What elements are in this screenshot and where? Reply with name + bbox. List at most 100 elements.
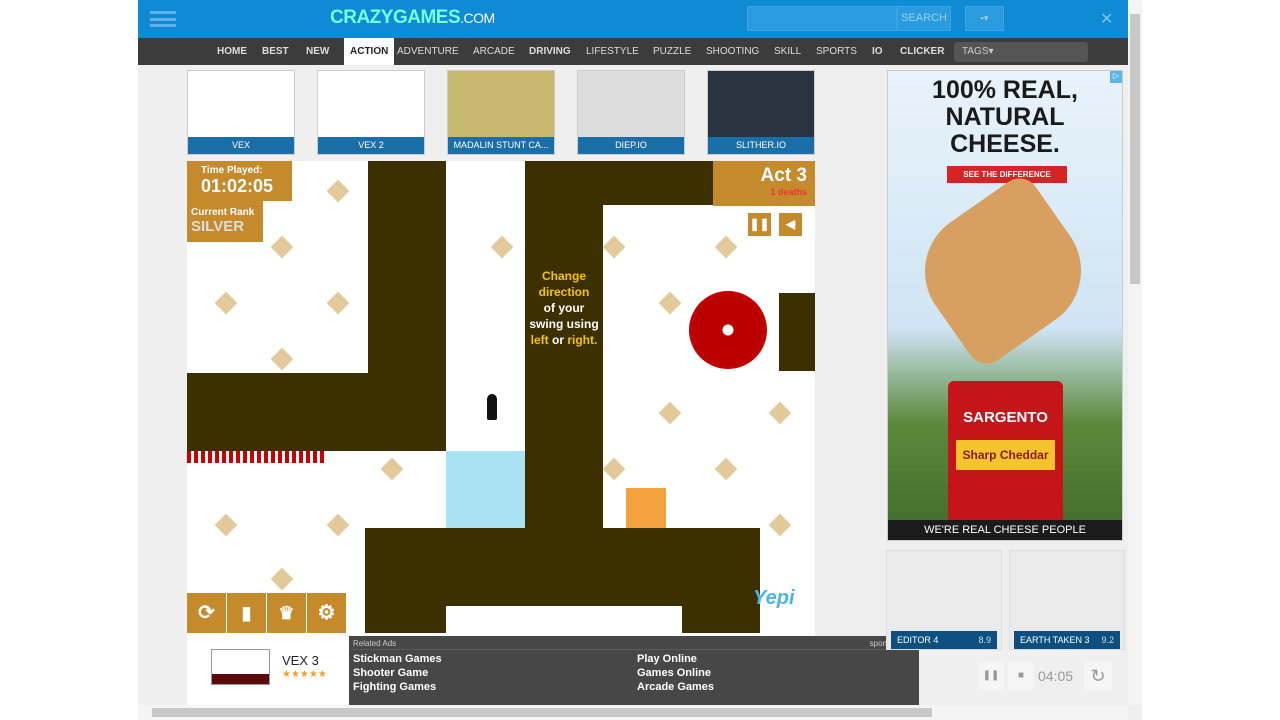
exit-button[interactable]: ▮ <box>227 593 266 633</box>
reload-icon[interactable]: ↻ <box>1084 662 1112 690</box>
ad-link[interactable]: Play Online <box>637 653 697 665</box>
hint-word: direction <box>538 285 590 299</box>
hint-word: or <box>552 333 564 347</box>
logo-suffix: .COM <box>460 10 495 26</box>
ad-link[interactable]: Arcade Games <box>637 681 714 693</box>
diamond <box>658 291 682 315</box>
thumbnail-label: VEX 2 <box>318 137 424 154</box>
game-tile[interactable]: EDITOR 4 8.9 <box>886 550 1002 650</box>
search-button[interactable]: SEARCH <box>897 6 951 31</box>
act-label: Act 3 <box>760 165 807 186</box>
nav-item-new[interactable]: NEW <box>306 38 329 65</box>
rank-label: Current Rank <box>191 207 255 218</box>
thumbnail-label: MADALIN STUNT CA... <box>448 137 554 154</box>
nav-item-sports[interactable]: SPORTS <box>816 38 857 65</box>
hint-word: swing using <box>529 317 599 331</box>
water-zone <box>446 451 525 528</box>
ad-headline: CHEESE. <box>950 130 1060 158</box>
ad-cta-button[interactable]: SEE THE DIFFERENCE <box>947 166 1067 183</box>
nav-item-best[interactable]: BEST <box>262 38 289 65</box>
nav-item-adventure[interactable]: ADVENTURE <box>397 38 459 65</box>
menu-icon[interactable] <box>150 11 176 27</box>
diamond <box>214 513 238 537</box>
star-rating[interactable]: ★★★★★ <box>282 669 327 680</box>
restart-button[interactable]: ⟳ <box>187 593 226 633</box>
close-icon[interactable]: ✕ <box>1100 9 1113 29</box>
sandwich-image <box>901 170 1105 372</box>
pause-button[interactable]: ❚❚ <box>748 213 771 236</box>
nav-item-io[interactable]: IO <box>872 38 883 65</box>
game-thumbnail[interactable]: SLITHER.IO <box>707 70 815 155</box>
sound-button[interactable]: ◀ <box>779 213 802 236</box>
logo-text: CRAZYGAMES <box>330 7 461 28</box>
tags-label: TAGS <box>962 46 989 57</box>
nav-item-puzzle[interactable]: PUZZLE <box>653 38 691 65</box>
diamond <box>326 291 350 315</box>
hint-word: of your <box>543 301 585 315</box>
language-flag-dropdown[interactable]: ▪▾ <box>965 6 1004 31</box>
search-input[interactable] <box>747 6 897 31</box>
tags-dropdown[interactable]: TAGS▾ <box>954 42 1088 62</box>
orange-block <box>626 488 666 528</box>
ad-link[interactable]: Stickman Games <box>353 653 442 665</box>
game-tile[interactable]: EARTH TAKEN 3 9.2 <box>1009 550 1125 650</box>
nav-item-home[interactable]: HOME <box>217 38 247 65</box>
thumbnail-label: SLITHER.IO <box>708 137 814 154</box>
diamond <box>714 457 738 481</box>
advertisement[interactable]: ▷ 100% REAL, NATURAL CHEESE. SEE THE DIF… <box>887 70 1123 541</box>
nav-item-lifestyle[interactable]: LIFESTYLE <box>586 38 639 65</box>
related-ads-overlay: Related Ads sponsored Stickman Games Sho… <box>349 636 919 705</box>
nav-item-shooting[interactable]: SHOOTING <box>706 38 759 65</box>
pause-icon[interactable]: ❚❚ <box>978 662 1004 690</box>
nav-item-action[interactable]: ACTION <box>344 38 395 65</box>
rank-panel: Current Rank SILVER <box>187 201 263 242</box>
ad-link[interactable]: Games Online <box>637 667 711 679</box>
deaths-count: 1 deaths <box>770 187 807 197</box>
settings-button[interactable]: ⚙ <box>307 593 346 633</box>
diamond <box>490 235 514 259</box>
stop-icon[interactable]: ■ <box>1008 662 1034 690</box>
nav-item-arcade[interactable]: ARCADE <box>473 38 515 65</box>
tile-title: EARTH TAKEN 3 <box>1020 635 1090 645</box>
related-ads-title: Related Ads <box>353 639 397 648</box>
diamond <box>326 179 350 203</box>
yepi-logo[interactable]: Yepi <box>753 587 795 610</box>
game-thumbnail[interactable]: VEX 2 <box>317 70 425 155</box>
tile-score: 9.2 <box>1101 635 1114 645</box>
ad-link[interactable]: Shooter Game <box>353 667 428 679</box>
diamond <box>768 513 792 537</box>
game-thumbnail[interactable]: MADALIN STUNT CA... <box>447 70 555 155</box>
horizontal-scrollbar[interactable] <box>138 705 1128 720</box>
video-timer-controls: ❚❚ ■ 04:05 ↻ <box>978 662 1112 690</box>
site-header: CRAZYGAMES.COM SEARCH ▪▾ ✕ <box>138 0 1128 38</box>
game-thumbnail[interactable] <box>211 649 270 685</box>
hint-word: left <box>530 333 549 347</box>
game-thumbnail[interactable]: VEX <box>187 70 295 155</box>
platform-white <box>446 606 682 633</box>
rank-value: SILVER <box>191 218 245 235</box>
nav-item-skill[interactable]: SKILL <box>774 38 801 65</box>
diamond <box>602 235 626 259</box>
act-panel: Act 3 1 deaths <box>713 161 815 206</box>
nav-item-clicker[interactable]: CLICKER <box>900 38 944 65</box>
nav-item-driving[interactable]: DRIVING <box>529 38 571 65</box>
site-logo[interactable]: CRAZYGAMES.COM <box>330 7 495 29</box>
time-played-value: 01:02:05 <box>201 176 274 196</box>
diamond <box>602 457 626 481</box>
spikes <box>187 451 327 463</box>
vertical-scrollbar[interactable] <box>1128 0 1142 705</box>
ad-link[interactable]: Fighting Games <box>353 681 436 693</box>
time-played-label: Time Played: <box>201 165 263 176</box>
diamond <box>270 347 294 371</box>
ad-product: Sharp Cheddar <box>956 440 1055 470</box>
hint-word: right. <box>567 333 598 347</box>
wall <box>187 373 446 451</box>
trophy-button[interactable]: ♛ <box>267 593 306 633</box>
tile-label: EARTH TAKEN 3 9.2 <box>1014 631 1120 649</box>
diamond <box>768 401 792 425</box>
time-played-panel: Time Played: 01:02:05 <box>187 161 292 201</box>
game-canvas[interactable]: Time Played: 01:02:05 Current Rank SILVE… <box>187 161 815 633</box>
game-thumbnail[interactable]: DIEP.IO <box>577 70 685 155</box>
hint-text: Change direction of your swing using left or… <box>525 268 603 348</box>
timer-value: 04:05 <box>1038 668 1074 684</box>
